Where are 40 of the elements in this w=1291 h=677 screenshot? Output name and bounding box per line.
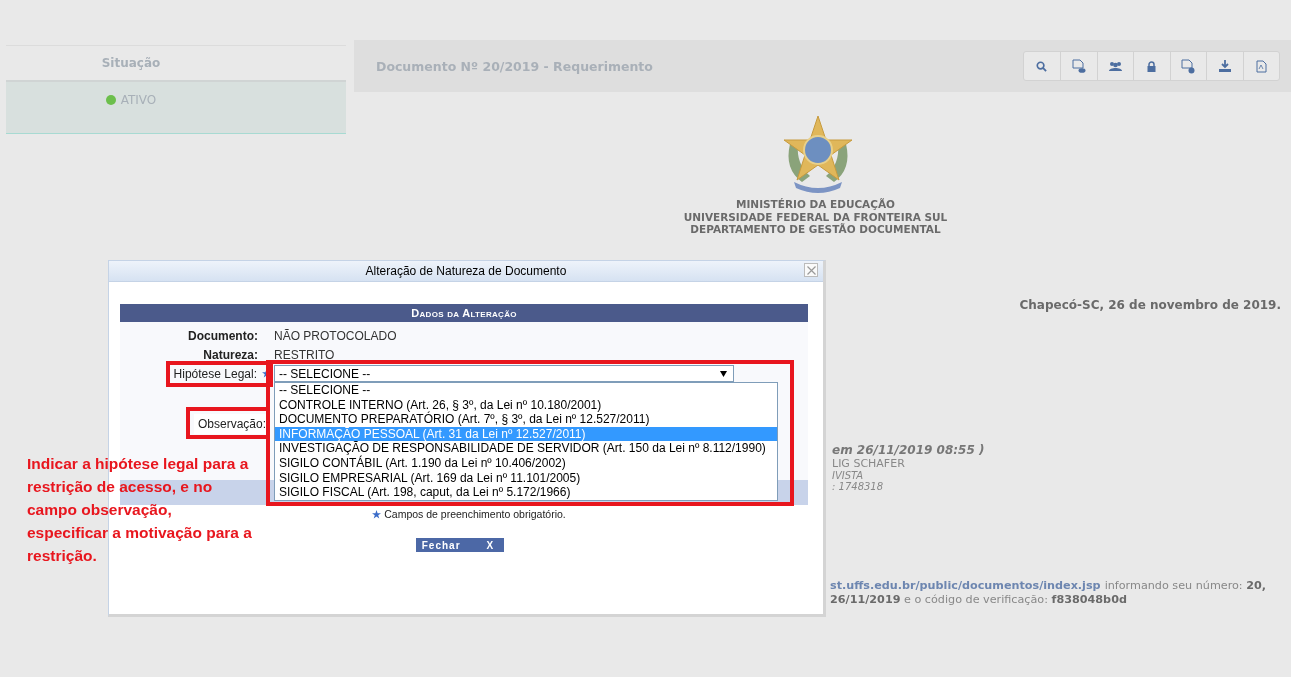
dialog-title: Alteração de Natureza de Documento <box>365 264 567 278</box>
dropdown-option[interactable]: DOCUMENTO PREPARATÓRIO (Art. 7º, § 3º, da Lei nº 12.527/2011) <box>275 412 777 427</box>
signer-name: LIG SCHAFER <box>832 456 906 470</box>
dropdown-option[interactable]: INVESTIGAÇÃO DE RESPONSABILIDADE DE SERVIDOR (Art. 150 da Lei nº 8.112/1990) <box>275 441 777 456</box>
letterhead-line: MINISTÉRIO DA EDUCAÇÃO <box>736 198 895 211</box>
close-button[interactable] <box>804 263 818 277</box>
document-x-icon <box>1181 58 1196 74</box>
verification-text: informando seu número: 20, <box>1104 578 1267 592</box>
dropdown-option[interactable]: SIGILO CONTÁBIL (Art. 1.190 da Lei nº 10.406/2002) <box>275 455 777 471</box>
required-note: Campos de preenchimento obrigatório. <box>384 508 566 520</box>
signer-role: IVISTA <box>832 469 865 481</box>
field-value: NÃO PROTOCOLADO <box>274 328 397 343</box>
select-field[interactable]: -- SELECIONE -- <box>274 365 734 382</box>
close-button[interactable]: Fechar X <box>415 538 505 552</box>
signature-timestamp: em 26/11/2019 08:55 ) <box>832 442 986 457</box>
dropdown-option[interactable]: CONTROLE INTERNO (Art. 26, § 3º, da Lei nº 10.180/2001) <box>275 397 777 413</box>
search-icon <box>1036 60 1048 72</box>
annotation-text: Indicar a hipótese legal para a restrição de acesso, e no campo observação, especificar a motivação para a restrição. <box>27 454 253 566</box>
dropdown-option[interactable]: SIGILO EMPRESARIAL (Art. 169 da Lei nº 11.101/2005) <box>275 470 777 486</box>
field-label: Documento: <box>187 328 258 343</box>
lock-icon <box>1147 60 1157 72</box>
document-eye-icon <box>1071 58 1086 74</box>
column-header: Situação <box>100 56 162 70</box>
document-date: Chapecó-SC, 26 de novembro de 2019. <box>1019 297 1281 312</box>
pdf-document-icon <box>1255 59 1267 73</box>
dropdown-arrow-icon <box>720 370 727 377</box>
verification-text: 26/11/2019 e o código de verificação: f838048b0d <box>830 592 1127 606</box>
dropdown-option[interactable]: SIGILO FISCAL (Art. 198, caput, da Lei nº 5.172/1966) <box>275 485 777 500</box>
people-icon <box>1107 60 1123 72</box>
dropdown-option[interactable]: -- SELECIONE -- <box>275 383 777 398</box>
signer-registration: : 1748318 <box>832 480 885 492</box>
close-icon <box>806 265 816 275</box>
field-label: Hipótese Legal: <box>173 366 257 381</box>
letterhead-line: UNIVERSIDADE FEDERAL DA FRONTEIRA SUL <box>683 210 948 223</box>
letterhead-line: DEPARTAMENTO DE GESTÃO DOCUMENTAL <box>690 223 941 236</box>
field-label: Natureza: <box>202 347 258 362</box>
required-star-icon <box>372 509 382 519</box>
field-value: RESTRITO <box>274 347 335 362</box>
section-title: Dados da Alteração <box>411 307 517 319</box>
download-icon <box>1218 60 1231 72</box>
